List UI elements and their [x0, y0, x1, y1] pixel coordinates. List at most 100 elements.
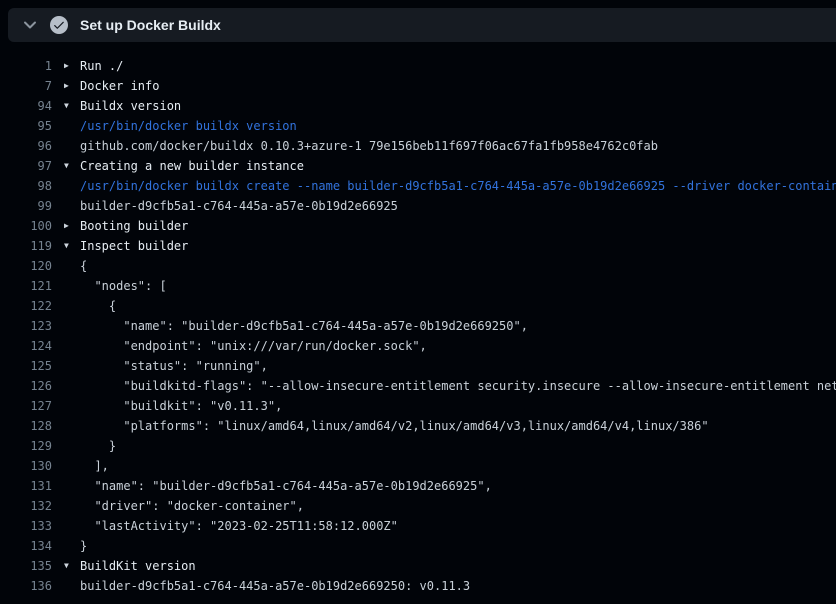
group-toggle-icon[interactable]: ▼ — [64, 156, 80, 176]
check-circle-icon — [50, 16, 68, 34]
log-line: 127 "buildkit": "v0.11.3", — [0, 396, 836, 416]
log-line: 95 /usr/bin/docker buildx version — [0, 116, 836, 136]
log-text: "buildkitd-flags": "--allow-insecure-ent… — [80, 376, 836, 396]
line-number[interactable]: 96 — [6, 136, 52, 156]
line-number[interactable]: 131 — [6, 476, 52, 496]
group-toggle-icon[interactable] — [64, 496, 80, 516]
log-text: ], — [80, 456, 109, 476]
log-line: 124 "endpoint": "unix:///var/run/docker.… — [0, 336, 836, 356]
group-toggle-icon[interactable] — [64, 456, 80, 476]
log-text: "name": "builder-d9cfb5a1-c764-445a-a57e… — [80, 316, 528, 336]
group-toggle-icon[interactable]: ▼ — [64, 96, 80, 116]
log-line: 119 ▼ Inspect builder — [0, 236, 836, 256]
group-toggle-icon[interactable] — [64, 336, 80, 356]
log-line: 7 ▶ Docker info — [0, 76, 836, 96]
log-text: builder-d9cfb5a1-c764-445a-a57e-0b19d2e6… — [80, 196, 398, 216]
group-toggle-icon[interactable] — [64, 376, 80, 396]
line-number[interactable]: 127 — [6, 396, 52, 416]
line-number[interactable]: 122 — [6, 296, 52, 316]
log-line: 94 ▼ Buildx version — [0, 96, 836, 116]
log-text: "driver": "docker-container", — [80, 496, 304, 516]
log-text: /usr/bin/docker buildx version — [80, 116, 297, 136]
log-line: 134 } — [0, 536, 836, 556]
line-number[interactable]: 100 — [6, 216, 52, 236]
group-toggle-icon[interactable]: ▼ — [64, 556, 80, 576]
line-number[interactable]: 136 — [6, 576, 52, 596]
line-number[interactable]: 99 — [6, 196, 52, 216]
log-text: github.com/docker/buildx 0.10.3+azure-1 … — [80, 136, 658, 156]
line-number[interactable]: 133 — [6, 516, 52, 536]
group-toggle-icon[interactable] — [64, 136, 80, 156]
line-number[interactable]: 132 — [6, 496, 52, 516]
group-toggle-icon[interactable] — [64, 176, 80, 196]
line-number[interactable]: 130 — [6, 456, 52, 476]
log-line: 133 "lastActivity": "2023-02-25T11:58:12… — [0, 516, 836, 536]
line-number[interactable]: 94 — [6, 96, 52, 116]
group-toggle-icon[interactable] — [64, 436, 80, 456]
group-toggle-icon[interactable] — [64, 196, 80, 216]
log-text: "endpoint": "unix:///var/run/docker.sock… — [80, 336, 427, 356]
log-text: Buildx version — [80, 96, 181, 116]
step-header[interactable]: Set up Docker Buildx — [8, 8, 836, 42]
log-line: 99 builder-d9cfb5a1-c764-445a-a57e-0b19d… — [0, 196, 836, 216]
log-line: 129 } — [0, 436, 836, 456]
group-toggle-icon[interactable] — [64, 276, 80, 296]
log-line: 121 "nodes": [ — [0, 276, 836, 296]
log-line: 136 builder-d9cfb5a1-c764-445a-a57e-0b19… — [0, 576, 836, 596]
group-toggle-icon[interactable] — [64, 396, 80, 416]
line-number[interactable]: 125 — [6, 356, 52, 376]
group-toggle-icon[interactable] — [64, 296, 80, 316]
log-text: "status": "running", — [80, 356, 268, 376]
log-text: builder-d9cfb5a1-c764-445a-a57e-0b19d2e6… — [80, 576, 470, 596]
group-toggle-icon[interactable] — [64, 576, 80, 596]
log-text: Creating a new builder instance — [80, 156, 304, 176]
chevron-down-icon[interactable] — [22, 17, 38, 33]
log-text: Booting builder — [80, 216, 188, 236]
log-text: Run ./ — [80, 56, 123, 76]
line-number[interactable]: 134 — [6, 536, 52, 556]
line-number[interactable]: 1 — [6, 56, 52, 76]
log-text: } — [80, 436, 116, 456]
log-text: "platforms": "linux/amd64,linux/amd64/v2… — [80, 416, 709, 436]
group-toggle-icon[interactable] — [64, 116, 80, 136]
log-text: "nodes": [ — [80, 276, 167, 296]
log-line: 97 ▼ Creating a new builder instance — [0, 156, 836, 176]
line-number[interactable]: 123 — [6, 316, 52, 336]
group-toggle-icon[interactable] — [64, 256, 80, 276]
line-number[interactable]: 135 — [6, 556, 52, 576]
line-number[interactable]: 119 — [6, 236, 52, 256]
group-toggle-icon[interactable] — [64, 356, 80, 376]
line-number[interactable]: 98 — [6, 176, 52, 196]
log-line: 135 ▼ BuildKit version — [0, 556, 836, 576]
group-toggle-icon[interactable] — [64, 476, 80, 496]
line-number[interactable]: 121 — [6, 276, 52, 296]
line-number[interactable]: 124 — [6, 336, 52, 356]
line-number[interactable]: 7 — [6, 76, 52, 96]
group-toggle-icon[interactable]: ▶ — [64, 216, 80, 236]
group-toggle-icon[interactable]: ▶ — [64, 76, 80, 96]
log-line: 128 "platforms": "linux/amd64,linux/amd6… — [0, 416, 836, 436]
log-text: Inspect builder — [80, 236, 188, 256]
step-title: Set up Docker Buildx — [80, 17, 221, 33]
log-line: 126 "buildkitd-flags": "--allow-insecure… — [0, 376, 836, 396]
log-text: { — [80, 256, 87, 276]
line-number[interactable]: 97 — [6, 156, 52, 176]
group-toggle-icon[interactable] — [64, 516, 80, 536]
line-number[interactable]: 128 — [6, 416, 52, 436]
line-number[interactable]: 95 — [6, 116, 52, 136]
group-toggle-icon[interactable] — [64, 416, 80, 436]
log-line: 96 github.com/docker/buildx 0.10.3+azure… — [0, 136, 836, 156]
line-number[interactable]: 120 — [6, 256, 52, 276]
log-text: } — [80, 536, 87, 556]
group-toggle-icon[interactable] — [64, 316, 80, 336]
log-line: 98 /usr/bin/docker buildx create --name … — [0, 176, 836, 196]
log-line: 100 ▶ Booting builder — [0, 216, 836, 236]
log-text: BuildKit version — [80, 556, 196, 576]
log-line: 123 "name": "builder-d9cfb5a1-c764-445a-… — [0, 316, 836, 336]
group-toggle-icon[interactable]: ▶ — [64, 56, 80, 76]
group-toggle-icon[interactable]: ▼ — [64, 236, 80, 256]
group-toggle-icon[interactable] — [64, 536, 80, 556]
log-line: 122 { — [0, 296, 836, 316]
line-number[interactable]: 129 — [6, 436, 52, 456]
line-number[interactable]: 126 — [6, 376, 52, 396]
